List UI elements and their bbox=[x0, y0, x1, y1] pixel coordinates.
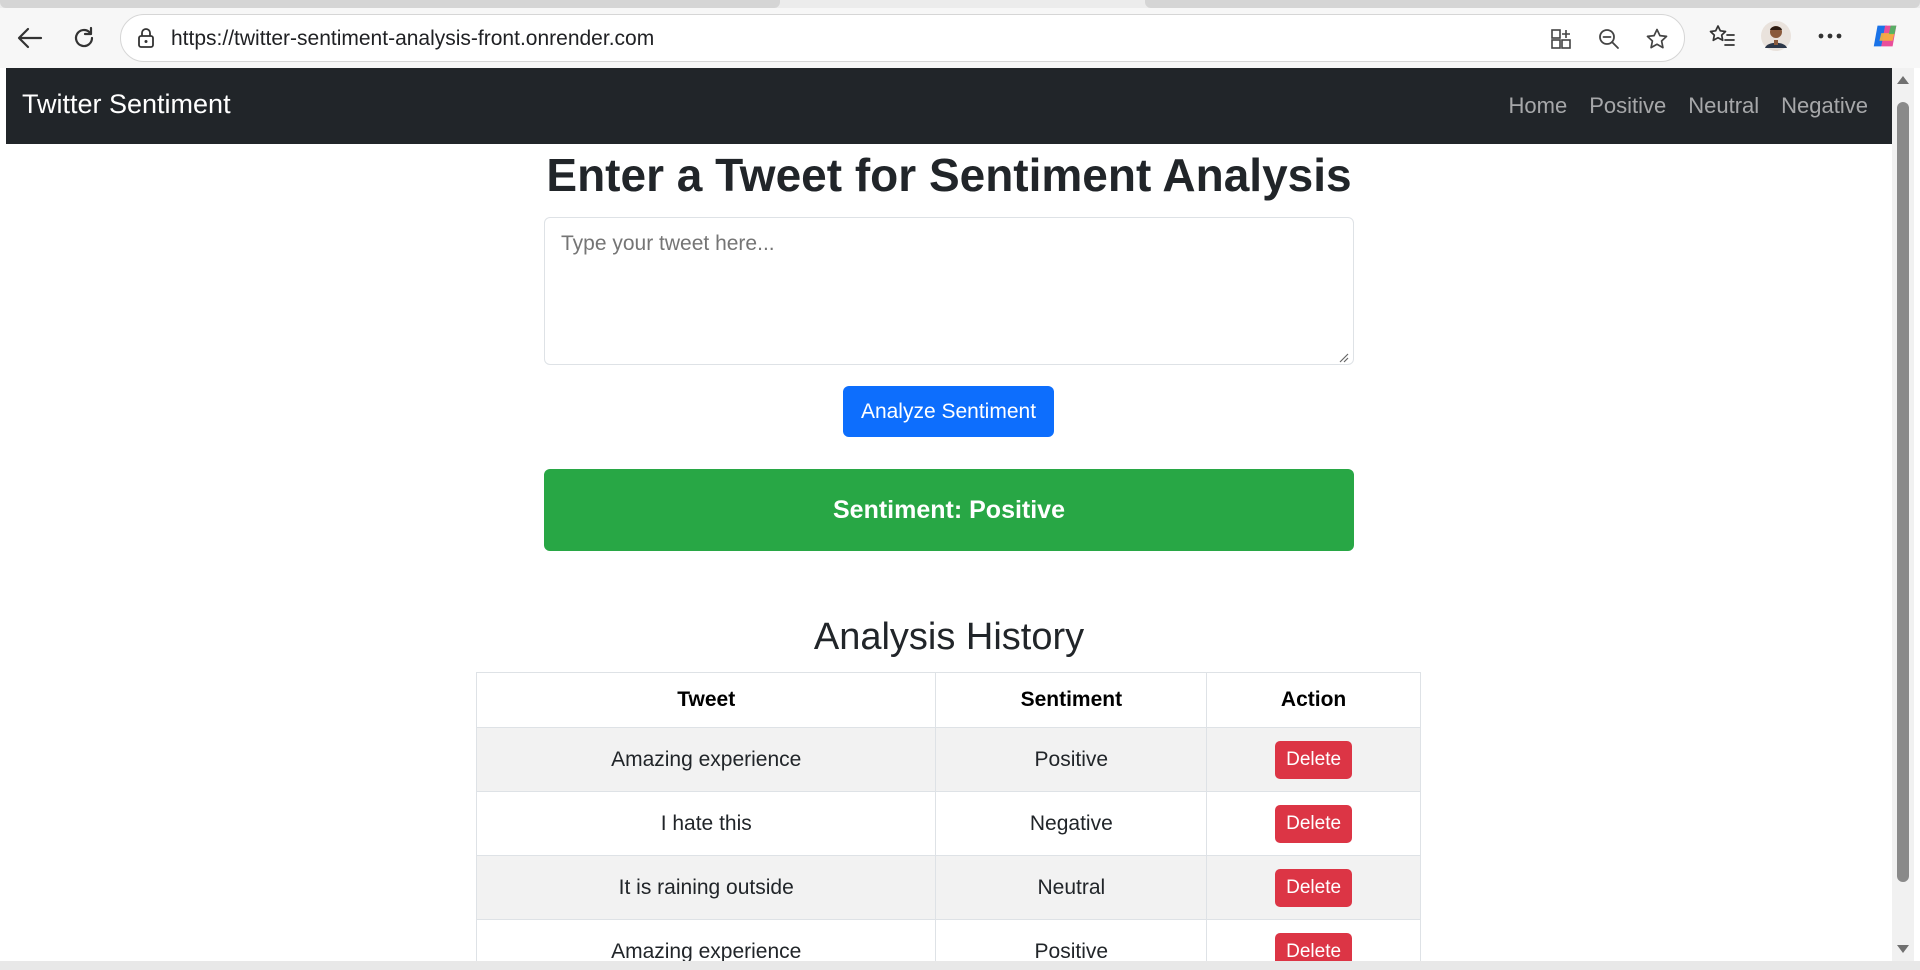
tweet-input[interactable] bbox=[544, 217, 1354, 365]
favorite-star-icon[interactable] bbox=[1645, 27, 1669, 51]
favorites-list-icon bbox=[1709, 25, 1735, 46]
window-bottom-edge bbox=[0, 961, 1920, 970]
table-row: It is raining outside Neutral Delete bbox=[475, 855, 1421, 920]
cell-action: Delete bbox=[1206, 791, 1421, 856]
ellipsis-icon bbox=[1818, 33, 1842, 39]
delete-button[interactable]: Delete bbox=[1275, 740, 1353, 779]
back-button[interactable] bbox=[12, 20, 48, 56]
avatar-icon bbox=[1761, 21, 1791, 51]
cell-sentiment: Positive bbox=[935, 919, 1208, 961]
cell-tweet: It is raining outside bbox=[475, 855, 937, 920]
table-header-row: Tweet Sentiment Action bbox=[475, 672, 1421, 728]
cell-action: Delete bbox=[1206, 727, 1421, 792]
nav-link-negative[interactable]: Negative bbox=[1781, 93, 1868, 119]
page-title: Enter a Tweet for Sentiment Analysis bbox=[546, 149, 1352, 201]
arrow-left-icon bbox=[17, 27, 43, 49]
zoom-out-icon[interactable] bbox=[1597, 27, 1621, 51]
profile-avatar[interactable] bbox=[1760, 20, 1792, 52]
page-viewport: Twitter Sentiment Home Positive Neutral … bbox=[6, 68, 1892, 961]
table-row: Amazing experience Positive Delete bbox=[475, 919, 1421, 961]
scrollbar-thumb[interactable] bbox=[1897, 102, 1909, 882]
cell-action: Delete bbox=[1206, 855, 1421, 920]
cell-action: Delete bbox=[1206, 919, 1421, 961]
favorites-button[interactable] bbox=[1706, 20, 1738, 52]
app-available-icon[interactable] bbox=[1549, 27, 1573, 51]
column-header-tweet: Tweet bbox=[475, 672, 937, 728]
sentiment-result-banner: Sentiment: Positive bbox=[544, 469, 1354, 551]
cell-tweet: Amazing experience bbox=[475, 919, 937, 961]
more-options-button[interactable] bbox=[1814, 20, 1846, 52]
nav-link-home[interactable]: Home bbox=[1509, 93, 1568, 119]
delete-button[interactable]: Delete bbox=[1275, 932, 1353, 961]
copilot-button[interactable] bbox=[1870, 20, 1902, 52]
browser-toolbar: https://twitter-sentiment-analysis-front… bbox=[0, 0, 1920, 68]
history-heading: Analysis History bbox=[813, 616, 1085, 658]
vertical-scrollbar[interactable] bbox=[1892, 68, 1914, 961]
tab[interactable] bbox=[0, 0, 780, 8]
refresh-icon bbox=[74, 26, 94, 48]
scroll-down-arrow-icon[interactable] bbox=[1897, 945, 1909, 953]
tab[interactable] bbox=[1145, 0, 1920, 8]
lock-icon[interactable] bbox=[135, 27, 157, 49]
navbar-brand[interactable]: Twitter Sentiment bbox=[22, 89, 231, 120]
cell-tweet: Amazing experience bbox=[475, 727, 937, 792]
cell-sentiment: Negative bbox=[935, 791, 1208, 856]
url-text[interactable]: https://twitter-sentiment-analysis-front… bbox=[171, 27, 654, 51]
cell-tweet: I hate this bbox=[475, 791, 937, 856]
cell-sentiment: Positive bbox=[935, 727, 1208, 792]
history-table: Tweet Sentiment Action Amazing experienc… bbox=[475, 672, 1421, 961]
tab-strip bbox=[0, 0, 1920, 8]
table-row: I hate this Negative Delete bbox=[475, 791, 1421, 856]
navbar: Twitter Sentiment Home Positive Neutral … bbox=[6, 68, 1892, 144]
refresh-button[interactable] bbox=[66, 20, 102, 56]
scroll-up-arrow-icon[interactable] bbox=[1897, 76, 1909, 84]
copilot-icon bbox=[1873, 25, 1897, 47]
analyze-sentiment-button[interactable]: Analyze Sentiment bbox=[843, 386, 1054, 437]
delete-button[interactable]: Delete bbox=[1275, 804, 1353, 843]
nav-link-positive[interactable]: Positive bbox=[1589, 93, 1666, 119]
nav-links: Home Positive Neutral Negative bbox=[1509, 93, 1869, 119]
address-bar[interactable]: https://twitter-sentiment-analysis-front… bbox=[120, 14, 1685, 62]
column-header-sentiment: Sentiment bbox=[935, 672, 1208, 728]
sentiment-result-text: Sentiment: Positive bbox=[833, 495, 1065, 524]
delete-button[interactable]: Delete bbox=[1275, 868, 1353, 907]
column-header-action: Action bbox=[1206, 672, 1421, 728]
nav-link-neutral[interactable]: Neutral bbox=[1688, 93, 1759, 119]
cell-sentiment: Neutral bbox=[935, 855, 1208, 920]
table-row: Amazing experience Positive Delete bbox=[475, 727, 1421, 792]
resize-handle-icon[interactable] bbox=[1337, 351, 1349, 363]
